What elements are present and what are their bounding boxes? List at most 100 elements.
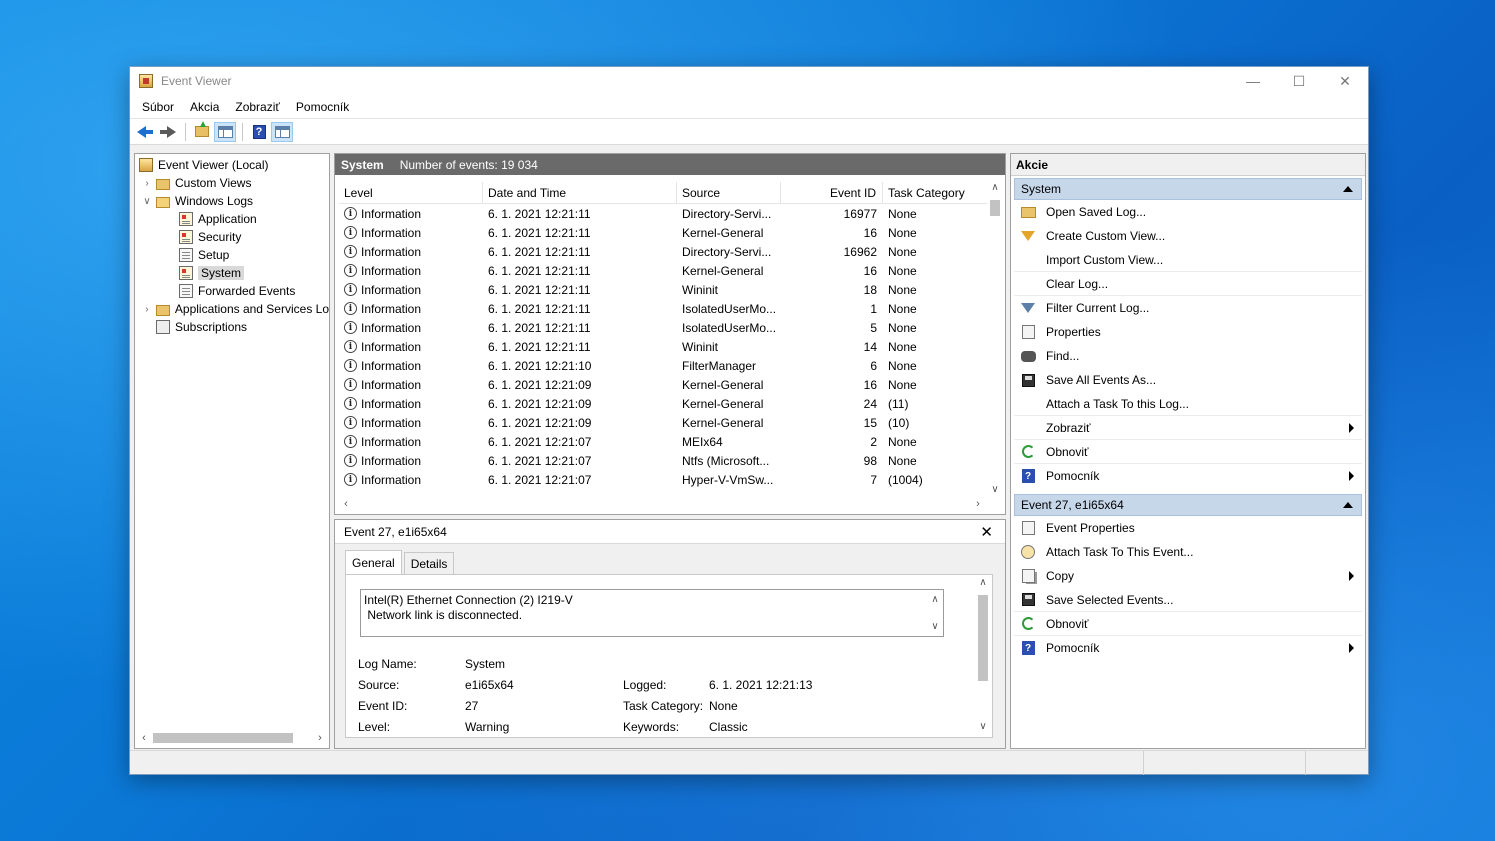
detail-vertical-scrollbar[interactable]: ∧ ∨ — [976, 577, 990, 735]
action-create-custom-view[interactable]: Create Custom View... — [1014, 224, 1362, 248]
table-row[interactable]: i Information 6. 1. 2021 12:21:11 IsolatedU… — [339, 318, 987, 337]
show-hide-console-tree-button[interactable] — [214, 121, 236, 142]
tree-item-custom-views[interactable]: › Custom Views — [135, 174, 329, 192]
column-header-event-id[interactable]: Event ID — [781, 182, 883, 204]
grid-header: Level Date and Time Source Event ID Task… — [339, 182, 987, 204]
tab-details[interactable]: Details — [403, 552, 455, 574]
chevron-right-icon[interactable]: › — [141, 303, 153, 315]
scroll-down-icon[interactable]: ∨ — [987, 484, 1003, 498]
scroll-down-icon[interactable]: ∨ — [931, 619, 938, 634]
action-help[interactable]: ? Pomocník — [1014, 464, 1362, 488]
event-viewer-icon — [139, 158, 153, 172]
tree-item-subscriptions[interactable]: Subscriptions — [135, 318, 329, 336]
table-row[interactable]: i Information 6. 1. 2021 12:21:07 Ntfs (Mic… — [339, 451, 987, 470]
scroll-down-icon[interactable]: ∨ — [976, 721, 990, 735]
cell-event-id: 14 — [863, 339, 877, 354]
list-vertical-scrollbar[interactable]: ∧ ∨ — [987, 182, 1003, 498]
menu-file[interactable]: Súbor — [134, 100, 182, 114]
back-button[interactable] — [134, 122, 156, 142]
scroll-up-icon[interactable]: ∧ — [987, 182, 1003, 196]
menu-view[interactable]: Zobraziť — [227, 100, 288, 114]
tree-item-windows-logs[interactable]: ∨ Windows Logs — [135, 192, 329, 210]
action-help-event[interactable]: ? Pomocník — [1014, 636, 1362, 660]
tree-item-application[interactable]: Application — [135, 210, 329, 228]
tree-item-applications-services[interactable]: › Applications and Services Lo — [135, 300, 329, 318]
scroll-right-icon[interactable]: › — [313, 732, 327, 744]
action-attach-task-to-event[interactable]: Attach Task To This Event... — [1014, 540, 1362, 564]
minimize-button[interactable]: — — [1230, 67, 1276, 95]
table-row[interactable]: i Information 6. 1. 2021 12:21:11 Kernel-Ge… — [339, 223, 987, 242]
forward-button[interactable] — [157, 122, 179, 142]
actions-section-event[interactable]: Event 27, e1i65x64 — [1014, 494, 1362, 516]
close-icon[interactable]: ✕ — [980, 523, 993, 541]
table-row[interactable]: i Information 6. 1. 2021 12:21:11 Wininit 14… — [339, 337, 987, 356]
tree-item-root[interactable]: Event Viewer (Local) — [135, 156, 329, 174]
column-header-source[interactable]: Source — [677, 182, 781, 204]
maximize-button[interactable]: ☐ — [1276, 67, 1322, 95]
action-properties[interactable]: Properties — [1014, 320, 1362, 344]
action-attach-task-to-log[interactable]: Attach a Task To this Log... — [1014, 392, 1362, 416]
chevron-down-icon[interactable]: ∨ — [141, 195, 153, 207]
table-row[interactable]: i Information 6. 1. 2021 12:21:11 Wininit 18… — [339, 280, 987, 299]
list-horizontal-scrollbar[interactable]: ‹ › — [339, 496, 985, 512]
tree-item-system[interactable]: System — [135, 264, 329, 282]
chevron-right-icon[interactable]: › — [141, 177, 153, 189]
scroll-up-icon[interactable]: ∧ — [976, 577, 990, 591]
scroll-thumb[interactable] — [978, 595, 988, 681]
action-filter-current-log[interactable]: Filter Current Log... — [1014, 296, 1362, 320]
scroll-right-icon[interactable]: › — [971, 498, 985, 510]
cell-date: 6. 1. 2021 12:21:09 — [488, 377, 592, 392]
submenu-arrow-icon — [1349, 471, 1354, 481]
scroll-thumb[interactable] — [153, 733, 293, 743]
action-refresh[interactable]: Obnoviť — [1014, 440, 1362, 464]
close-button[interactable]: ✕ — [1322, 67, 1368, 95]
table-row[interactable]: i Information 6. 1. 2021 12:21:10 FilterMan… — [339, 356, 987, 375]
table-row[interactable]: i Information 6. 1. 2021 12:21:11 Directory… — [339, 204, 987, 223]
menu-action[interactable]: Akcia — [182, 100, 227, 114]
table-row[interactable]: i Information 6. 1. 2021 12:21:07 MEIx64 2 No… — [339, 432, 987, 451]
actions-section-system[interactable]: System — [1014, 178, 1362, 200]
up-one-level-button[interactable] — [191, 121, 213, 142]
table-row[interactable]: i Information 6. 1. 2021 12:21:09 Kernel-Ge… — [339, 394, 987, 413]
scroll-left-icon[interactable]: ‹ — [137, 732, 151, 744]
column-header-date[interactable]: Date and Time — [483, 182, 677, 204]
table-row[interactable]: i Information 6. 1. 2021 12:21:07 Hyper-V-V… — [339, 470, 987, 489]
action-open-saved-log[interactable]: Open Saved Log... — [1014, 200, 1362, 224]
information-icon: i — [344, 397, 357, 410]
menu-help[interactable]: Pomocník — [288, 100, 357, 114]
table-row[interactable]: i Information 6. 1. 2021 12:21:11 Directory… — [339, 242, 987, 261]
column-header-level[interactable]: Level — [339, 182, 483, 204]
information-icon: i — [344, 359, 357, 372]
scroll-up-icon[interactable]: ∧ — [931, 592, 938, 607]
table-row[interactable]: i Information 6. 1. 2021 12:21:09 Kernel-Ge… — [339, 413, 987, 432]
action-copy[interactable]: Copy — [1014, 564, 1362, 588]
column-header-task-category[interactable]: Task Category — [883, 182, 987, 204]
event-description[interactable]: Intel(R) Ethernet Connection (2) I219-V … — [360, 589, 944, 637]
description-scrollbar[interactable]: ∧ ∨ — [929, 592, 941, 634]
tab-general[interactable]: General — [345, 550, 402, 574]
tree-item-security[interactable]: Security — [135, 228, 329, 246]
action-save-selected-events[interactable]: Save Selected Events... — [1014, 588, 1362, 612]
help-button[interactable]: ? — [248, 122, 270, 142]
action-clear-log[interactable]: Clear Log... — [1014, 272, 1362, 296]
toolbar-separator — [185, 122, 186, 141]
action-view[interactable]: Zobraziť — [1014, 416, 1362, 440]
action-event-properties[interactable]: Event Properties — [1014, 516, 1362, 540]
scroll-thumb[interactable] — [990, 200, 1000, 216]
table-row[interactable]: i Information 6. 1. 2021 12:21:09 Kernel-Ge… — [339, 375, 987, 394]
tree-label: Custom Views — [175, 176, 252, 190]
table-row[interactable]: i Information 6. 1. 2021 12:21:11 IsolatedU… — [339, 299, 987, 318]
collapse-icon[interactable] — [1343, 502, 1353, 508]
action-refresh-event[interactable]: Obnoviť — [1014, 612, 1362, 636]
cell-date: 6. 1. 2021 12:21:11 — [488, 244, 591, 259]
collapse-icon[interactable] — [1343, 186, 1353, 192]
action-save-all-events[interactable]: Save All Events As... — [1014, 368, 1362, 392]
tree-horizontal-scrollbar[interactable]: ‹ › — [137, 730, 327, 746]
table-row[interactable]: i Information 6. 1. 2021 12:21:11 Kernel-Ge… — [339, 261, 987, 280]
action-find[interactable]: Find... — [1014, 344, 1362, 368]
tree-item-forwarded-events[interactable]: Forwarded Events — [135, 282, 329, 300]
tree-item-setup[interactable]: Setup — [135, 246, 329, 264]
show-hide-action-pane-button[interactable] — [271, 121, 293, 142]
action-import-custom-view[interactable]: Import Custom View... — [1014, 248, 1362, 272]
scroll-left-icon[interactable]: ‹ — [339, 498, 353, 510]
